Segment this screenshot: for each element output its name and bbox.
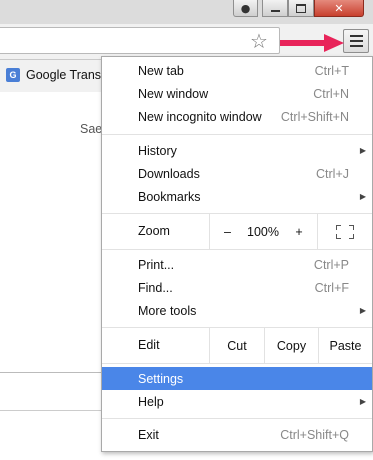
zoom-level: 100% xyxy=(247,224,279,239)
copy-button[interactable]: Copy xyxy=(264,328,318,363)
page-divider xyxy=(0,372,110,373)
bookmark-star-icon[interactable]: ☆ xyxy=(250,29,268,53)
close-window-button[interactable]: ✕ xyxy=(314,0,364,17)
close-icon: ✕ xyxy=(334,1,344,15)
minimize-icon xyxy=(270,10,280,12)
fullscreen-icon xyxy=(336,224,354,239)
menu-separator xyxy=(102,363,372,364)
menu-item-exit[interactable]: Exit Ctrl+Shift+Q xyxy=(102,423,372,446)
person-icon: ● xyxy=(240,1,251,15)
google-translate-icon: G xyxy=(6,68,20,82)
zoom-in-button[interactable]: + xyxy=(281,214,317,249)
menu-item-find[interactable]: Find... Ctrl+F xyxy=(102,276,372,299)
menu-item-new-incognito-window[interactable]: New incognito window Ctrl+Shift+N xyxy=(102,105,372,128)
profile-button[interactable]: ● xyxy=(233,0,258,17)
paste-button[interactable]: Paste xyxy=(318,328,372,363)
chrome-main-menu: New tab Ctrl+T New window Ctrl+N New inc… xyxy=(101,56,373,452)
submenu-arrow-icon: ▶ xyxy=(359,397,366,406)
restore-icon xyxy=(296,3,306,13)
zoom-out-button[interactable]: – xyxy=(209,214,245,249)
submenu-arrow-icon: ▶ xyxy=(359,146,366,155)
page-text: Sae xyxy=(80,122,103,136)
menu-item-settings[interactable]: Settings xyxy=(102,367,372,390)
menu-separator xyxy=(102,249,372,250)
bookmark-google-translate[interactable]: G Google Transl xyxy=(6,68,104,82)
bookmark-label: Google Transl xyxy=(26,68,104,82)
fullscreen-button[interactable] xyxy=(317,214,372,249)
submenu-arrow-icon: ▶ xyxy=(359,306,366,315)
menu-item-help[interactable]: Help ▶ xyxy=(102,390,372,413)
menu-item-print[interactable]: Print... Ctrl+P xyxy=(102,253,372,276)
menu-separator xyxy=(102,134,372,135)
zoom-row: Zoom – 100% + xyxy=(102,214,372,249)
menu-item-history[interactable]: History ▶ xyxy=(102,139,372,162)
chrome-menu-button[interactable] xyxy=(343,29,369,53)
hamburger-icon xyxy=(349,35,363,37)
menu-item-new-tab[interactable]: New tab Ctrl+T xyxy=(102,59,372,82)
minimize-button[interactable] xyxy=(262,0,288,17)
cut-button[interactable]: Cut xyxy=(209,328,264,363)
menu-item-new-window[interactable]: New window Ctrl+N xyxy=(102,82,372,105)
menu-separator xyxy=(102,418,372,419)
menu-item-more-tools[interactable]: More tools ▶ xyxy=(102,299,372,322)
edit-row: Edit Cut Copy Paste xyxy=(102,328,372,363)
page-divider xyxy=(0,410,110,411)
annotation-arrow-icon xyxy=(280,34,344,52)
submenu-arrow-icon: ▶ xyxy=(359,192,366,201)
address-bar[interactable]: ☆ xyxy=(0,27,280,54)
menu-item-bookmarks[interactable]: Bookmarks ▶ xyxy=(102,185,372,208)
window-titlebar: ● ✕ xyxy=(0,0,373,24)
menu-item-downloads[interactable]: Downloads Ctrl+J xyxy=(102,162,372,185)
maximize-button[interactable] xyxy=(288,0,314,17)
